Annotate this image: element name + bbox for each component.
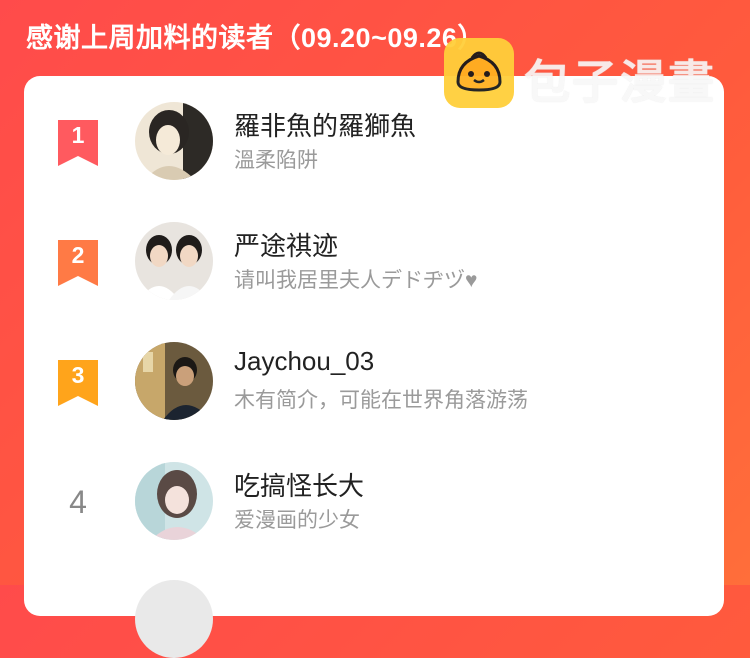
reader-description: 爱漫画的少女 [234,509,360,532]
reader-name[interactable]: Jaychou_03 [234,346,374,377]
rank-badge: 1 [58,120,98,166]
list-item[interactable]: 2 严途祺迹 请叫我居里夫人デドヂヅ♥ [24,196,724,316]
avatar[interactable] [135,102,213,180]
rank-number: 2 [71,242,85,268]
rank-number: 4 [69,484,87,520]
list-item[interactable]: 3 Jaychou_03 木有简介，可能在世界角落游荡 [24,316,724,436]
avatar[interactable] [135,222,213,300]
reader-ranking-card: 1 羅非魚的羅獅魚 溫柔陷阱 2 严途祺迹 请叫我居里夫人デドヂヅ♥ 3 Jay… [24,76,724,658]
reader-description: 木有简介，可能在世界角落游荡 [234,389,528,412]
page-title: 感谢上周加料的读者（09.20~09.26） [26,23,485,53]
rank-badge: 3 [58,360,98,406]
reader-description: 请叫我居里夫人デドヂヅ♥ [234,269,478,292]
reader-name[interactable]: 严途祺迹 [234,226,338,263]
avatar[interactable] [135,342,213,420]
watermark-text: 包子漫畫 [524,56,716,108]
rank-number: 1 [71,122,85,148]
rank-number: 3 [71,362,85,388]
avatar[interactable] [135,462,213,540]
reader-description: 溫柔陷阱 [234,149,318,172]
avatar [135,580,213,658]
list-item[interactable]: 4 吃搞怪长大 爱漫画的少女 [24,436,724,556]
rank-badge: 2 [58,240,98,286]
reader-name[interactable]: 羅非魚的羅獅魚 [234,106,416,143]
reader-name[interactable]: 吃搞怪长大 [234,466,364,503]
bun-mascot-icon [444,38,514,108]
